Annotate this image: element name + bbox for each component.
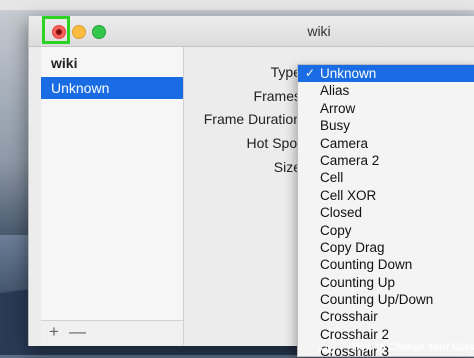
dropdown-item-label: Camera [320,135,369,151]
caption-text: How to Change Your Cursor [352,342,474,353]
sidebar-item-unknown[interactable]: Unknown [41,77,183,99]
dropdown-item[interactable]: Alias [298,82,474,99]
dropdown-item-label: Copy Drag [320,239,385,255]
sidebar-header: wiki [51,55,78,71]
dropdown-item-label: Counting Down [320,257,413,273]
frame-duration-label: Frame Duration [203,111,301,127]
desktop-top-strip [0,0,474,11]
dropdown-item-label: Busy [320,118,351,134]
dropdown-item[interactable]: Counting Up/Down [298,291,474,308]
hot-spot-label: Hot Spot [246,135,301,151]
dropdown-item-label: Cell XOR [320,187,377,203]
dropdown-item-label: Counting Up [320,274,396,290]
frames-label: Frames [253,88,301,104]
dropdown-item[interactable]: Crosshair [298,308,474,325]
dropdown-item[interactable]: Counting Down [298,256,474,273]
dropdown-item-label: Crosshair [320,309,378,325]
add-button[interactable]: + [49,321,59,343]
cursor-set-sidebar: wiki Unknown + — [41,47,184,345]
dropdown-item-label: Counting Up/Down [320,292,434,308]
cursor-properties-form: Type Frames Frame Duration Hot Spot Size [189,16,301,216]
dropdown-item[interactable]: Copy Drag [298,239,474,256]
dropdown-item-label: Arrow [320,100,356,116]
type-dropdown-menu[interactable]: ✓ Unknown Alias Arrow Busy Camera Camera 2 Cell… [297,64,474,357]
wikihow-logo: wiki [318,345,336,355]
dropdown-item[interactable]: Camera 2 [298,152,474,169]
dropdown-item-label: Closed [320,205,363,221]
sidebar-footer: + — [41,320,183,345]
dropdown-item[interactable]: Cell XOR [298,187,474,204]
dropdown-item-label: Camera 2 [320,152,380,168]
dropdown-item[interactable]: Counting Up [298,274,474,291]
dropdown-item[interactable]: Cell [298,169,474,186]
dropdown-item[interactable]: Closed [298,204,474,221]
dropdown-item[interactable]: Busy [298,117,474,134]
checkmark-icon: ✓ [305,66,316,80]
dropdown-item-label: Unknown [320,66,377,81]
dropdown-item[interactable]: Camera [298,135,474,152]
caption-banner: wiki How to Change Your Cursor [318,340,474,355]
dropdown-item[interactable]: ✓ Unknown [298,65,474,83]
dropdown-item[interactable]: Copy [298,222,474,239]
dropdown-item-label: Copy [320,222,352,238]
remove-button[interactable]: — [69,321,86,343]
dropdown-item-label: Cell [320,170,344,186]
dropdown-item[interactable]: Arrow [298,100,474,117]
dropdown-item-label: Alias [320,83,350,99]
